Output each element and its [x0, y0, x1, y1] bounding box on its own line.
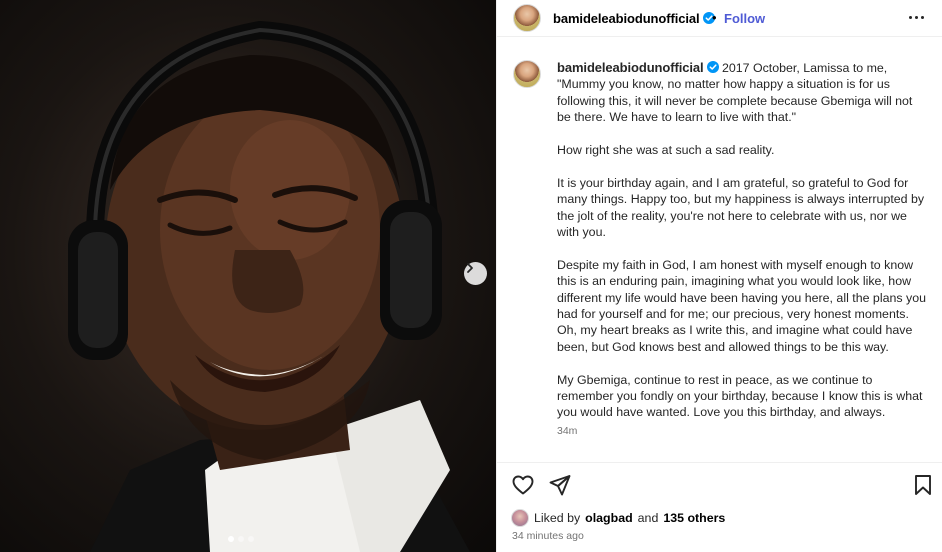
likes-middle: and — [637, 511, 659, 525]
carousel-dot — [248, 536, 254, 542]
chevron-right-icon — [467, 263, 473, 273]
bookmark-icon[interactable] — [911, 473, 935, 497]
send-icon[interactable] — [548, 473, 572, 497]
likes-others-link[interactable]: 135 others — [663, 511, 725, 525]
caption-timestamp[interactable]: 34m — [557, 423, 927, 439]
caption-paragraph: How right she was at such a sad reality. — [557, 143, 775, 158]
post-header: bamideleabiodunofficial • Follow — [497, 0, 942, 37]
carousel-dot — [238, 536, 244, 542]
header-separator: • — [712, 10, 717, 25]
carousel-dot-active — [228, 536, 234, 542]
carousel-indicator — [228, 536, 254, 542]
caption-paragraph: Despite my faith in God, I am honest wit… — [557, 257, 926, 354]
verified-badge-icon — [706, 61, 719, 73]
caption-author-avatar[interactable] — [513, 60, 541, 88]
caption-paragraph: It is your birthday again, and I am grat… — [557, 175, 925, 240]
caption-paragraph: My Gbemiga, continue to rest in peace, a… — [557, 372, 923, 420]
post-panel: bamideleabiodunofficial • Follow bamidel… — [496, 0, 942, 552]
caption-username[interactable]: bamideleabiodunofficial — [557, 60, 719, 75]
caption-text: bamideleabiodunofficial 2017 October, La… — [557, 60, 927, 439]
follow-button[interactable]: Follow — [724, 11, 765, 26]
heart-icon[interactable] — [511, 473, 535, 497]
likes-summary: Liked by olagbad and 135 others — [511, 508, 725, 528]
author-avatar[interactable] — [513, 4, 541, 32]
post-photo — [68, 20, 470, 552]
liker-username[interactable]: olagbad — [585, 511, 633, 525]
next-slide-button[interactable] — [464, 262, 487, 285]
post-time-ago[interactable]: 34 minutes ago — [512, 530, 584, 542]
action-bar — [497, 462, 942, 506]
likes-prefix: Liked by — [534, 511, 581, 525]
liker-avatar[interactable] — [511, 509, 529, 527]
more-options-icon[interactable] — [909, 16, 924, 19]
author-username[interactable]: bamideleabiodunofficial — [553, 11, 715, 26]
caption-section: bamideleabiodunofficial 2017 October, La… — [497, 38, 942, 458]
caption-paragraph: bamideleabiodunofficial 2017 October, La… — [557, 60, 913, 125]
post-media[interactable] — [0, 0, 496, 552]
